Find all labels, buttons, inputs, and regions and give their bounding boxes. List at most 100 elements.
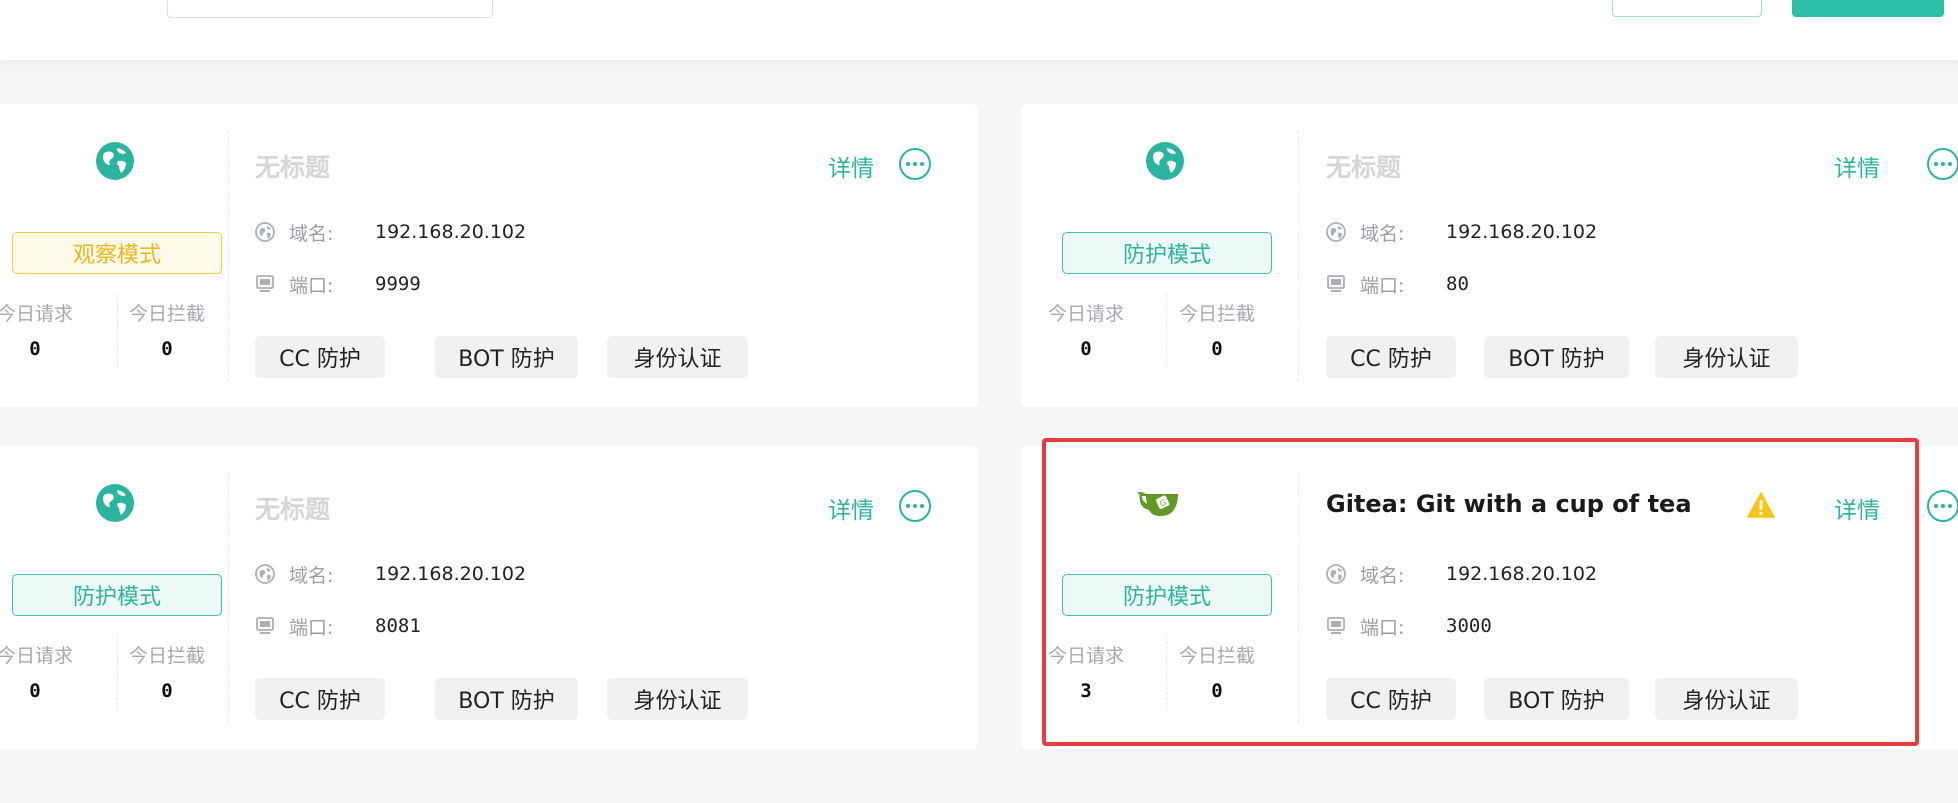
card-summary: 防护模式 今日请求 0 今日拦截 0 [0,446,228,749]
more-options-button[interactable] [899,148,931,180]
more-options-button[interactable] [1927,148,1958,180]
domain-row: 域名: 192.168.20.102 [255,560,526,588]
stat-requests-label: 今日请求 [1047,303,1124,325]
primary-button[interactable] [1792,0,1944,17]
site-card[interactable]: 防护模式 今日请求 0 今日拦截 0 无标题 详情 域名: 192.168.20… [0,446,978,749]
port-value: 80 [1446,273,1469,295]
stat-blocked-value: 0 [1211,338,1223,360]
secondary-button[interactable] [1612,0,1762,17]
port-value: 8081 [375,615,421,637]
domain-label: 域名: [289,222,334,245]
domain-value: 192.168.20.102 [1446,221,1598,243]
mode-badge: 防护模式 [12,574,222,616]
card-summary: 防护模式 今日请求 0 今日拦截 0 [1021,104,1272,407]
detail-link[interactable]: 详情 [828,149,874,183]
site-card[interactable]: 观察模式 今日请求 0 今日拦截 0 无标题 详情 域名: 192.168.20… [0,104,978,407]
domain-label: 域名: [1360,222,1405,245]
tag-cc-protection: CC 防护 [255,678,385,720]
domain-row: 域名: 192.168.20.102 [1326,560,1597,588]
tag-bot-protection: BOT 防护 [1484,678,1629,720]
tag-identity-auth: 身份认证 [1655,336,1798,378]
port-value: 3000 [1446,615,1492,637]
domain-value: 192.168.20.102 [375,563,527,585]
card-divider [1298,131,1299,381]
domain-row: 域名: 192.168.20.102 [1326,218,1597,246]
port-label: 端口: [1360,274,1405,297]
stat-requests-label: 今日请求 [1047,645,1124,667]
domain-value: 192.168.20.102 [375,221,527,243]
stat-requests-label: 今日请求 [0,645,73,667]
tag-bot-protection: BOT 防护 [1484,336,1629,378]
stat-requests: 今日请求 0 [1021,299,1151,360]
monitor-icon [1327,617,1345,634]
stat-blocked-label: 今日拦截 [1178,645,1255,667]
detail-link[interactable]: 详情 [828,491,874,525]
mode-badge: 观察模式 [12,232,222,274]
port-row: 端口: 3000 [1326,612,1492,640]
site-title: Gitea: Git with a cup of tea [1326,490,1692,518]
stat-blocked-label: 今日拦截 [128,645,205,667]
stat-requests: 今日请求 0 [0,641,100,702]
stat-blocked: 今日拦截 0 [102,641,232,702]
monitor-icon [1327,275,1345,292]
tag-cc-protection: CC 防护 [255,336,385,378]
stat-requests-label: 今日请求 [0,303,73,325]
globe-icon [1146,142,1184,180]
tag-cc-protection: CC 防护 [1326,336,1456,378]
globe-outline-icon [1326,564,1346,584]
more-options-button[interactable] [1927,490,1958,522]
tag-bot-protection: BOT 防护 [435,678,578,720]
site-title: 无标题 [255,153,331,182]
globe-outline-icon [255,564,275,584]
warning-triangle-icon[interactable] [1747,492,1775,518]
tag-identity-auth: 身份认证 [1655,678,1798,720]
stat-blocked-label: 今日拦截 [1178,303,1255,325]
card-divider [228,131,229,381]
tag-identity-auth: 身份认证 [607,678,748,720]
mode-badge: 防护模式 [1062,232,1272,274]
stat-requests-value: 0 [29,338,41,360]
stat-blocked-value: 0 [161,338,173,360]
top-toolbar [0,0,1958,60]
stat-requests: 今日请求 3 [1021,641,1151,702]
stat-requests: 今日请求 0 [0,299,100,360]
more-options-button[interactable] [899,490,931,522]
site-card[interactable]: G 防护模式 今日请求 3 今日拦截 0 Gitea: Git with a c… [1021,446,1958,749]
port-label: 端口: [289,616,334,639]
monitor-icon [256,275,274,292]
detail-link[interactable]: 详情 [1834,149,1880,183]
card-divider [1298,473,1299,723]
tag-identity-auth: 身份认证 [607,336,748,378]
tag-cc-protection: CC 防护 [1326,678,1456,720]
port-label: 端口: [1360,616,1405,639]
site-title: 无标题 [255,495,331,524]
mode-badge: 防护模式 [1062,574,1272,616]
stat-blocked-label: 今日拦截 [128,303,205,325]
globe-icon [96,484,134,522]
globe-outline-icon [255,222,275,242]
port-row: 端口: 9999 [255,270,421,298]
domain-label: 域名: [289,564,334,587]
card-summary: 观察模式 今日请求 0 今日拦截 0 [0,104,228,407]
globe-icon [96,142,134,180]
monitor-icon [256,617,274,634]
port-value: 9999 [375,273,421,295]
stat-blocked: 今日拦截 0 [1152,299,1282,360]
card-divider [228,473,229,723]
stat-requests-value: 0 [29,680,41,702]
domain-row: 域名: 192.168.20.102 [255,218,526,246]
globe-outline-icon [1326,222,1346,242]
detail-link[interactable]: 详情 [1834,491,1880,525]
port-row: 端口: 80 [1326,270,1469,298]
search-input[interactable] [167,0,493,18]
domain-value: 192.168.20.102 [1446,563,1598,585]
port-row: 端口: 8081 [255,612,421,640]
stat-blocked-value: 0 [161,680,173,702]
stat-requests-value: 3 [1080,680,1092,702]
site-title: 无标题 [1326,153,1402,182]
card-summary: G 防护模式 今日请求 3 今日拦截 0 [1021,446,1272,749]
domain-label: 域名: [1360,564,1405,587]
stat-blocked: 今日拦截 0 [1152,641,1282,702]
site-card[interactable]: 防护模式 今日请求 0 今日拦截 0 无标题 详情 域名: 192.168.20… [1021,104,1958,407]
port-label: 端口: [289,274,334,297]
